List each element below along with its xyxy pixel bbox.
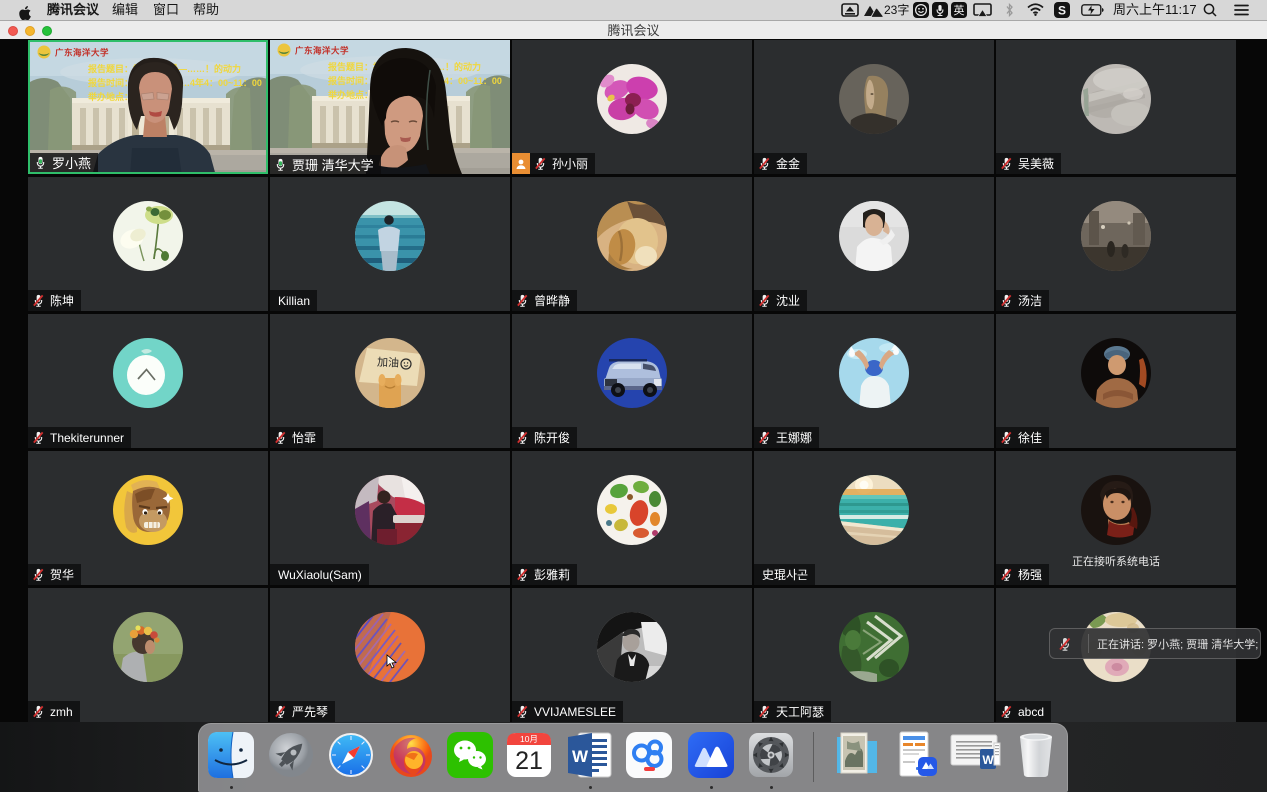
svg-text:加油: 加油 — [377, 355, 400, 370]
svg-text:W: W — [572, 747, 589, 766]
svg-text:广东海洋大学: 广东海洋大学 — [295, 46, 349, 56]
svg-text:英: 英 — [954, 3, 965, 17]
svg-text:21: 21 — [515, 747, 543, 775]
svg-text:广东海洋大学: 广东海洋大学 — [55, 48, 109, 58]
svg-text:W: W — [982, 753, 994, 767]
svg-text:S: S — [1058, 4, 1066, 18]
svg-text:10月: 10月 — [520, 734, 538, 744]
